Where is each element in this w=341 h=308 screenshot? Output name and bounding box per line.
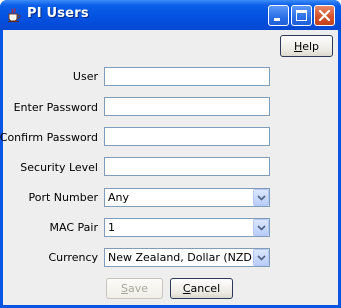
minimize-button[interactable] bbox=[268, 5, 289, 26]
mac-pair-label: MAC Pair bbox=[49, 221, 98, 234]
port-number-label: Port Number bbox=[28, 191, 99, 204]
user-field[interactable] bbox=[104, 67, 270, 86]
mac-pair-dropdown[interactable]: 1 bbox=[104, 218, 270, 237]
minimize-icon bbox=[274, 18, 280, 21]
port-number-dropdown[interactable]: Any bbox=[104, 188, 270, 207]
chevron-down-icon bbox=[257, 225, 266, 231]
dropdown-arrow-button[interactable] bbox=[253, 249, 269, 266]
enter-password-field[interactable] bbox=[104, 97, 270, 116]
pi-users-dialog: PI Users Help User Enter Password Confir… bbox=[0, 0, 341, 308]
maximize-icon bbox=[296, 10, 307, 21]
dropdown-arrow-button[interactable] bbox=[253, 189, 269, 206]
security-level-field[interactable] bbox=[104, 157, 270, 176]
window-title: PI Users bbox=[27, 6, 89, 21]
currency-value: New Zealand, Dollar (NZD) bbox=[108, 251, 257, 264]
java-coffee-cup-icon[interactable] bbox=[6, 7, 22, 23]
dropdown-arrow-button[interactable] bbox=[253, 219, 269, 236]
security-level-label: Security Level bbox=[20, 161, 98, 174]
port-number-value: Any bbox=[108, 191, 130, 204]
dialog-content: Help User Enter Password Confirm Passwor… bbox=[0, 30, 338, 305]
maximize-button[interactable] bbox=[291, 5, 312, 26]
chevron-down-icon bbox=[257, 195, 266, 201]
currency-dropdown[interactable]: New Zealand, Dollar (NZD) bbox=[104, 248, 270, 267]
mac-pair-value: 1 bbox=[108, 221, 115, 234]
confirm-password-field[interactable] bbox=[104, 127, 270, 146]
enter-password-label: Enter Password bbox=[13, 101, 98, 114]
chevron-down-icon bbox=[257, 255, 266, 261]
close-button[interactable] bbox=[314, 5, 335, 26]
save-button[interactable]: Save bbox=[106, 278, 163, 299]
currency-label: Currency bbox=[48, 251, 98, 264]
user-label: User bbox=[72, 70, 98, 83]
help-button[interactable]: Help bbox=[280, 35, 333, 57]
title-bar[interactable]: PI Users bbox=[0, 0, 341, 30]
cancel-button[interactable]: Cancel bbox=[170, 278, 233, 299]
confirm-password-label: Confirm Password bbox=[0, 131, 98, 144]
close-icon bbox=[318, 9, 331, 22]
